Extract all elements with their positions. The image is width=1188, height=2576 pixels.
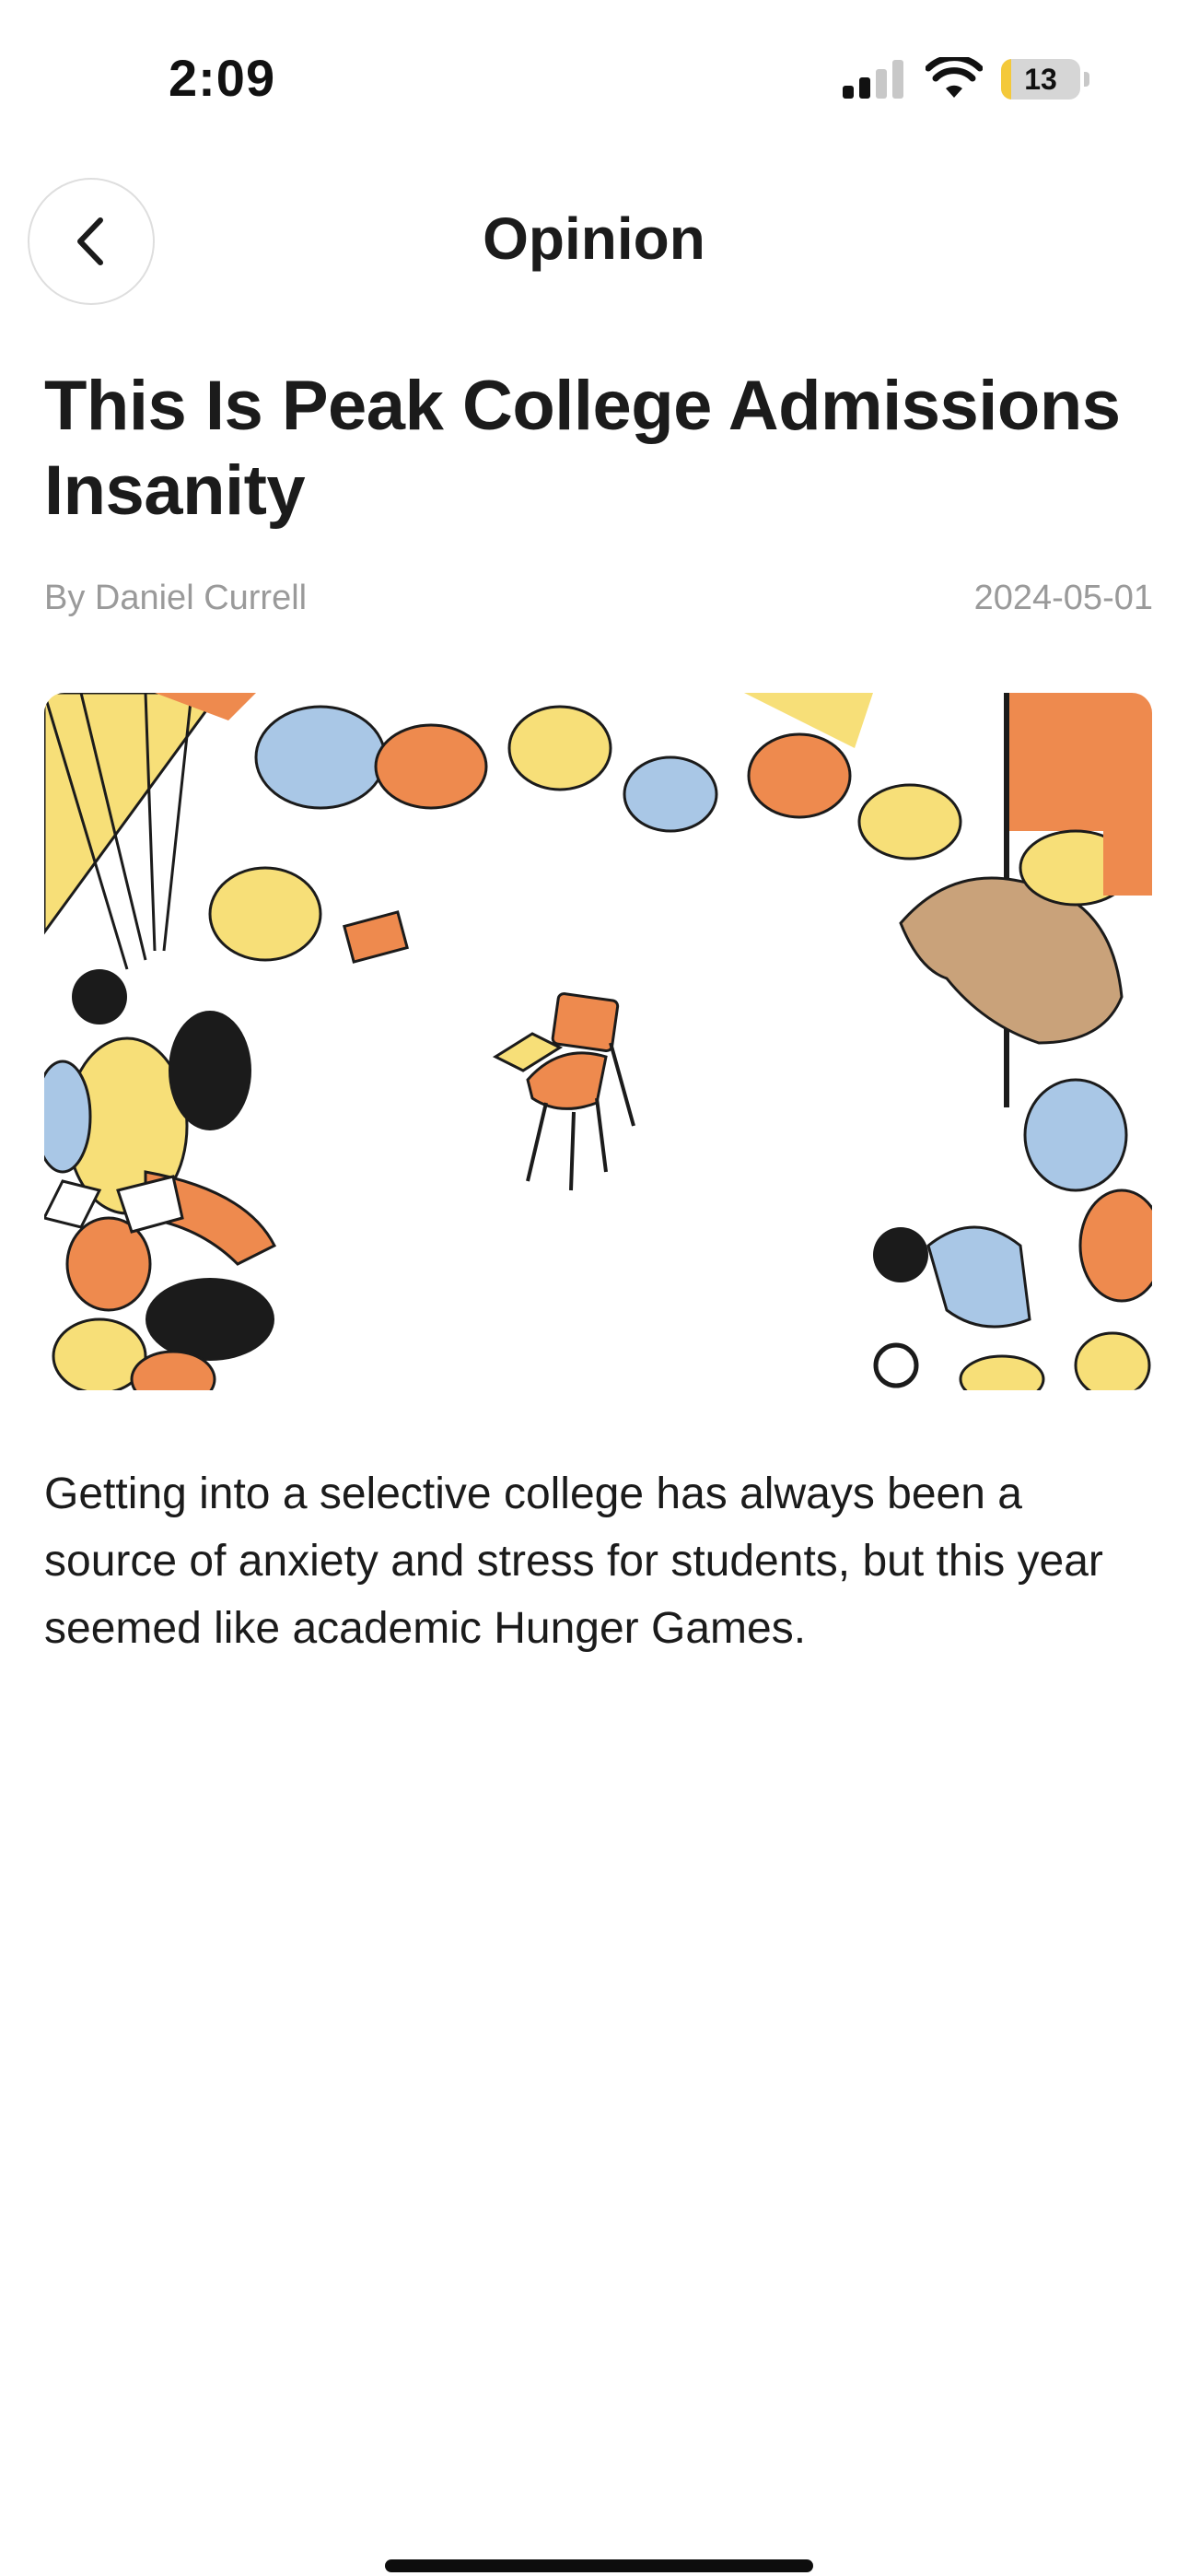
page-title: Opinion	[483, 205, 705, 272]
status-bar: 2:09 13	[0, 0, 1188, 157]
article-byline: By Daniel Currell	[44, 579, 308, 617]
screen: 2:09 13 Opinion This Is Peak College Adm…	[0, 0, 1188, 2576]
wifi-icon	[926, 57, 983, 98]
signal-bar-3	[876, 69, 887, 99]
cellular-signal-icon	[843, 60, 903, 99]
article-summary: Getting into a selective college has alw…	[44, 1469, 1103, 1653]
signal-bar-2	[859, 77, 870, 99]
signal-bar-1	[843, 86, 854, 99]
article-headline: This Is Peak College Admissions Insanity	[44, 367, 1121, 530]
battery-cap	[1084, 72, 1089, 87]
battery-icon: 13	[1001, 59, 1089, 100]
hero-illustration-art	[44, 693, 1152, 1390]
article-date: 2024-05-01	[973, 579, 1153, 617]
signal-bar-4	[892, 60, 903, 99]
battery-level: 13	[1024, 63, 1057, 96]
home-indicator[interactable]	[385, 2559, 813, 2572]
status-time: 2:09	[169, 49, 276, 107]
hero-illustration[interactable]	[44, 693, 1152, 1390]
nav-bar: Opinion	[0, 175, 1188, 305]
